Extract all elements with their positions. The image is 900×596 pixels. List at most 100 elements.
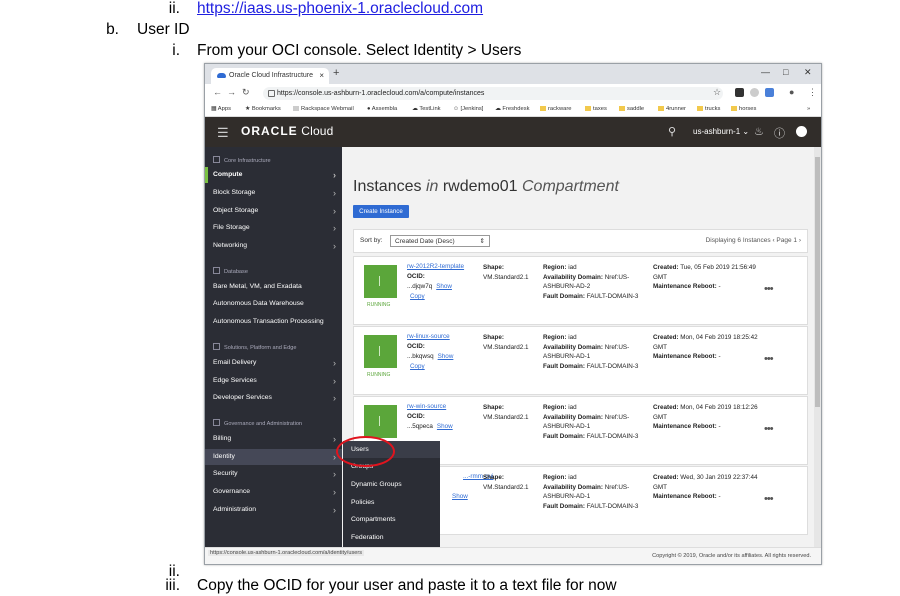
bookmark-rackware[interactable]: rackware — [540, 106, 572, 112]
bookmark-testlink[interactable]: ☁ TestLink — [412, 106, 441, 112]
browser-status-bar: https://console.us-ashburn-1.oraclecloud… — [205, 547, 821, 564]
region-selector[interactable]: us-ashburn-1 ⌄ — [693, 127, 749, 136]
sidebar-item-object-storage[interactable]: Object Storage › — [205, 203, 342, 219]
back-icon[interactable]: ← — [213, 87, 222, 97]
ocid-label: OCID: — [407, 273, 425, 280]
copy-ocid-link[interactable]: Copy — [410, 293, 425, 300]
page-scrollbar[interactable] — [814, 147, 821, 547]
sidebar-item-administration[interactable]: Administration › — [205, 502, 342, 518]
forward-icon[interactable]: → — [227, 87, 236, 97]
ocid-label: OCID: — [407, 343, 425, 350]
bookmark-4runner[interactable]: 4runner — [658, 106, 686, 112]
account-icon[interactable]: ● — [789, 87, 794, 97]
show-ocid-link[interactable]: Show — [436, 283, 452, 290]
menu-kebab-icon[interactable]: ⋮ — [808, 87, 817, 98]
actions-menu-icon[interactable]: ••• — [764, 283, 774, 295]
sidebar-item-adw[interactable]: Autonomous Data Warehouse — [205, 296, 342, 312]
page-title: Instances in rwdemo01 Compartment — [353, 178, 619, 195]
lock-icon — [268, 90, 275, 97]
list-marker: ii. — [168, 0, 180, 17]
sidebar-item-networking[interactable]: Networking › — [205, 238, 342, 254]
show-ocid-link[interactable]: Show — [452, 493, 468, 500]
actions-menu-icon[interactable]: ••• — [764, 353, 774, 365]
tab-close-icon[interactable]: × — [319, 68, 324, 84]
sidebar-item-atp[interactable]: Autonomous Transaction Processing — [205, 314, 342, 330]
star-icon[interactable]: ☆ — [713, 87, 721, 98]
sidebar-item-governance[interactable]: Governance › — [205, 484, 342, 500]
sidebar-item-email-delivery[interactable]: Email Delivery › — [205, 355, 342, 371]
bookmarks-overflow[interactable]: » — [807, 106, 810, 112]
sidebar-item-file-storage[interactable]: File Storage › — [205, 220, 342, 236]
extension-icon[interactable] — [750, 88, 759, 97]
oracle-cloud-favicon-icon — [217, 73, 226, 78]
sidebar-item-security[interactable]: Security › — [205, 466, 342, 482]
sidebar-item-identity[interactable]: Identity › — [205, 449, 342, 465]
oci-header: ☰ ORACLE Cloud ⚲ us-ashburn-1 ⌄ ♨ ⓘ — [205, 117, 821, 147]
bookmark-assembla[interactable]: ● Assembla — [367, 106, 397, 112]
submenu-item-policies[interactable]: Policies — [343, 494, 440, 511]
instance-status: RUNNING — [367, 372, 391, 378]
actions-menu-icon[interactable]: ••• — [764, 493, 774, 505]
profile-avatar[interactable] — [796, 126, 807, 137]
sidebar-item-billing[interactable]: Billing › — [205, 431, 342, 447]
bookmark-trucks[interactable]: trucks — [697, 106, 720, 112]
sidebar-item-block-storage[interactable]: Block Storage › — [205, 185, 342, 201]
highlight-circle — [336, 436, 395, 467]
section-core-infrastructure: Core Infrastructure — [213, 156, 271, 164]
maximize-icon[interactable]: □ — [783, 67, 788, 77]
hamburger-menu-icon[interactable]: ☰ — [217, 125, 229, 141]
instance-name-link[interactable]: rw-2012R2-template — [407, 263, 464, 270]
scrollbar-thumb[interactable] — [815, 157, 820, 407]
sidebar-item-developer-services[interactable]: Developer Services › — [205, 390, 342, 406]
new-tab-button[interactable]: + — [333, 67, 339, 79]
bookmark-bookmarks[interactable]: ★ Bookmarks — [245, 106, 281, 112]
browser-tab[interactable]: Oracle Cloud Infrastructure × — [211, 68, 329, 84]
instance-shape: Shape: VM.Standard2.1 — [483, 474, 529, 491]
instruction-text: Copy the OCID for your user and paste it… — [197, 577, 617, 594]
submenu-item-compartments[interactable]: Compartments — [343, 511, 440, 528]
copy-ocid-link[interactable]: Copy — [410, 363, 425, 370]
bookmark-taxes[interactable]: taxes — [585, 106, 607, 112]
submenu-item-dynamic-groups[interactable]: Dynamic Groups — [343, 476, 440, 493]
bookmark-horses[interactable]: horses — [731, 106, 756, 112]
sort-select[interactable]: Created Date (Desc) ⇕ — [390, 235, 490, 247]
dropdown-icon: ⇕ — [479, 238, 485, 245]
bookmark-jenkins[interactable]: ☺ [Jenkins] — [453, 106, 483, 112]
sidebar-item-edge-services[interactable]: Edge Services › — [205, 373, 342, 389]
sidebar-item-bare-metal[interactable]: Bare Metal, VM, and Exadata — [205, 279, 342, 295]
bookmark-rackspace[interactable]: Rackspace Webmail — [293, 106, 354, 112]
submenu-item-federation[interactable]: Federation — [343, 529, 440, 546]
bookmarks-bar: ▦ Apps ★ Bookmarks Rackspace Webmail ● A… — [205, 103, 821, 117]
show-ocid-link[interactable]: Show — [437, 423, 453, 430]
instance-name-link[interactable]: rw-win-source — [407, 403, 446, 410]
reload-icon[interactable]: ↻ — [242, 87, 250, 98]
endpoint-link[interactable]: https://iaas.us-phoenix-1.oraclecloud.co… — [197, 0, 483, 17]
instance-created: Created: Wed, 30 Jan 2019 22:37:44 GMT Ma… — [653, 474, 758, 500]
bookmark-saddle[interactable]: saddle — [619, 106, 644, 112]
ocid-value: ...djqw7q Show — [407, 283, 452, 290]
section-governance: Governance and Administration — [213, 419, 302, 427]
chevron-right-icon: › — [333, 188, 336, 198]
create-instance-button[interactable]: Create Instance — [353, 205, 409, 218]
bookmark-freshdesk[interactable]: ☁ Freshdesk — [495, 106, 529, 112]
help-icon[interactable]: ⓘ — [774, 125, 785, 141]
instance-card: RUNNING rw-linux-source OCID: ...bkqwsq S… — [353, 326, 808, 395]
close-window-icon[interactable]: ✕ — [804, 67, 812, 78]
bell-icon[interactable]: ♨ — [754, 125, 764, 138]
section-icon — [213, 267, 220, 274]
minimize-icon[interactable]: — — [761, 67, 770, 77]
search-icon[interactable]: ⚲ — [668, 125, 676, 138]
extension-icon[interactable] — [735, 88, 744, 97]
url-field[interactable]: https://console.us-ashburn-1.oraclecloud… — [263, 87, 723, 100]
pagination-info[interactable]: Displaying 6 Instances ‹ Page 1 › — [706, 237, 801, 244]
instance-name-link[interactable]: rw-linux-source — [407, 333, 450, 340]
section-database: Database — [213, 267, 248, 275]
extension-icon[interactable] — [765, 88, 774, 97]
oracle-cloud-logo[interactable]: ORACLE Cloud — [241, 124, 334, 138]
chevron-right-icon: › — [333, 223, 336, 233]
bookmark-apps[interactable]: ▦ Apps — [211, 106, 231, 112]
console-screenshot: Oracle Cloud Infrastructure × + — □ ✕ ← … — [204, 63, 822, 565]
show-ocid-link[interactable]: Show — [438, 353, 454, 360]
actions-menu-icon[interactable]: ••• — [764, 423, 774, 435]
sidebar-item-compute[interactable]: Compute › — [205, 167, 342, 183]
